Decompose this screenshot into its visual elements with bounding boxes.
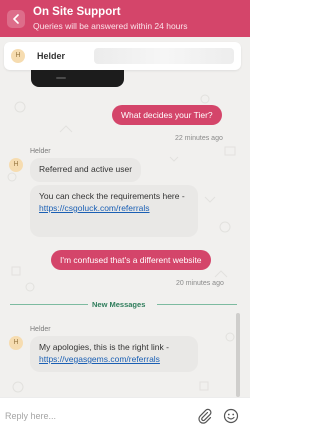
media-preview[interactable] <box>31 70 124 87</box>
sender-name: Helder <box>30 148 51 155</box>
back-button[interactable] <box>7 10 25 28</box>
emoji-button[interactable] <box>223 408 239 424</box>
incoming-message: Referred and active user <box>30 158 142 182</box>
sender-avatar: H <box>9 158 23 172</box>
message-time: 22 minutes ago <box>175 135 223 142</box>
sender-avatar: H <box>9 336 23 350</box>
message-text: My apologies, this is the right link - <box>39 342 169 352</box>
redacted-area <box>94 48 234 64</box>
smiley-icon <box>223 408 239 424</box>
divider-line-right <box>157 304 237 305</box>
paperclip-icon <box>198 408 212 424</box>
chat-area[interactable]: H Helder What decides your Tier? 22 minu… <box>0 37 250 397</box>
incoming-message: My apologies, this is the right link - h… <box>30 336 198 372</box>
new-messages-divider: New Messages <box>92 300 146 309</box>
message-time: 20 minutes ago <box>176 280 224 287</box>
reply-input[interactable] <box>5 408 185 424</box>
outgoing-message: What decides your Tier? <box>112 105 222 125</box>
attach-button[interactable] <box>197 408 213 424</box>
header-title: On Site Support <box>33 6 121 18</box>
message-text: You can check the requirements here - <box>39 191 185 201</box>
chat-scrollbar[interactable] <box>236 313 240 397</box>
composer <box>0 397 250 433</box>
outgoing-message: I'm confused that's a different website <box>51 250 211 270</box>
referral-link[interactable]: https://csgoluck.com/referrals <box>39 203 150 213</box>
media-progress <box>56 77 66 79</box>
agent-name: Helder <box>37 51 66 61</box>
sender-name: Helder <box>30 326 51 333</box>
header-subtitle: Queries will be answered within 24 hours <box>33 21 188 31</box>
incoming-message: You can check the requirements here - ht… <box>30 185 198 237</box>
divider-line-left <box>10 304 88 305</box>
agent-avatar: H <box>11 49 25 63</box>
chat-header: On Site Support Queries will be answered… <box>0 0 250 37</box>
agent-card: H Helder <box>4 42 241 70</box>
chevron-left-icon <box>13 14 19 24</box>
referral-link[interactable]: https://vegasgems.com/referrals <box>39 354 160 364</box>
